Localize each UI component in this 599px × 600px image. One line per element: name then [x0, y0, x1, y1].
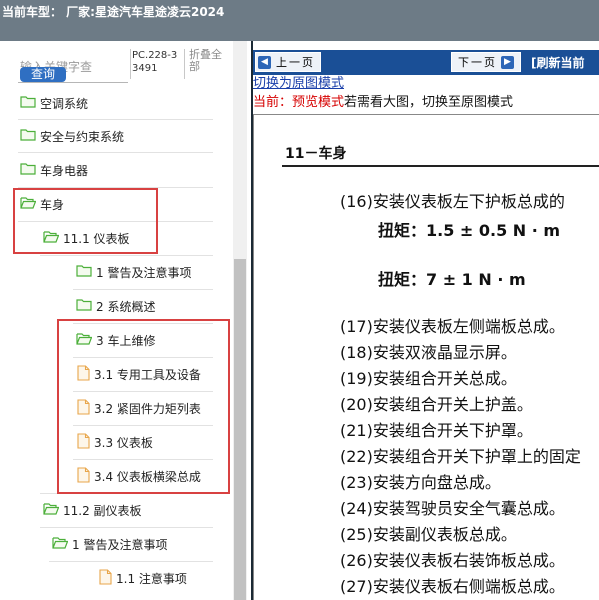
divider	[73, 289, 213, 290]
manual-page: 11－车身 (16)安装仪表板左下护板总成的 扭矩：1.5 ± 0.5 N · …	[253, 114, 599, 600]
separator	[130, 49, 131, 79]
step-item: (26)安装仪表板右装饰板总成。	[340, 551, 565, 570]
app-window: 当前车型： 厂家:星途汽车星途凌云2024 查询 PC.228-33491 折叠…	[0, 0, 599, 600]
step-item: (24)安装驾驶员安全气囊总成。	[340, 499, 565, 518]
next-page-label: 下一页	[458, 56, 497, 69]
folder-icon	[76, 298, 92, 314]
divider	[18, 152, 213, 153]
tree-item-notes[interactable]: 1.1 注意事项	[99, 567, 187, 589]
tree-item-label: 1 警告及注意事项	[96, 265, 192, 280]
step-item: (17)安装仪表板左侧端板总成。	[340, 317, 565, 336]
highlight-box	[13, 188, 158, 254]
mode-status: 当前：预览模式若需看大图，切换至原图模式	[253, 94, 513, 111]
prev-page-label: 上一页	[276, 56, 315, 69]
document-icon	[99, 568, 112, 588]
torque-spec: 扭矩：7 ± 1 N · m	[378, 270, 526, 289]
step-item: (18)安装双液晶显示屏。	[340, 343, 517, 362]
tree-item-console-warnings[interactable]: 1 警告及注意事项	[52, 533, 167, 555]
tree-item-label: 1 警告及注意事项	[72, 537, 168, 552]
mode-prefix: 当前：	[253, 95, 293, 110]
folder-icon	[76, 264, 92, 280]
step-item: (22)安装组合开关下护罩上的固定	[340, 447, 581, 466]
arrow-right-icon: ▶	[501, 55, 514, 69]
folder-icon	[20, 162, 36, 178]
folder-icon	[20, 128, 36, 144]
content-pane: ◀ 上一页 下一页 ▶ [刷新当前 切换为原图模式 当前：预览模式若需看大图，切…	[253, 41, 599, 600]
section-rule	[282, 165, 599, 167]
divider	[40, 255, 213, 256]
folder-open-icon	[52, 536, 68, 552]
tree-item-safety[interactable]: 安全与约束系统	[20, 125, 124, 147]
refresh-current-link[interactable]: [刷新当前	[531, 54, 585, 71]
step-item: (27)安装仪表板右侧端板总成。	[340, 577, 565, 596]
mode-name: 预览模式	[292, 95, 345, 110]
tree-item-label: 车身电器	[40, 163, 89, 178]
tree-item-label: 2 系统概述	[96, 299, 156, 314]
search-underline	[18, 82, 128, 83]
next-page-button[interactable]: 下一页 ▶	[451, 52, 521, 72]
tree-item-label: 空调系统	[40, 96, 89, 111]
tree-item-warnings[interactable]: 1 警告及注意事项	[76, 261, 191, 283]
query-button[interactable]: 查询	[20, 67, 66, 82]
folder-open-icon	[43, 502, 59, 518]
torque-spec: 扭矩：1.5 ± 0.5 N · m	[378, 221, 561, 240]
step-item: (25)安装副仪表板总成。	[340, 525, 517, 544]
step-item: (20)安装组合开关上护盖。	[340, 395, 533, 414]
tree-item-label: 11.2 副仪表板	[63, 503, 142, 518]
fold-all-button[interactable]: 折叠全部	[189, 49, 229, 73]
mode-hint: 若需看大图，切换至原图模式	[344, 95, 514, 110]
tree-item-body-electrical[interactable]: 车身电器	[20, 159, 88, 181]
divider	[40, 527, 213, 528]
divider	[49, 561, 213, 562]
tree-item-label: 安全与约束系统	[40, 129, 125, 144]
highlight-box	[57, 319, 230, 494]
section-title: 11－车身	[285, 146, 347, 162]
folder-icon	[20, 95, 36, 111]
switch-original-mode-link[interactable]: 切换为原图模式	[253, 76, 344, 91]
tree-item-label: 1.1 注意事项	[116, 571, 187, 586]
sidebar-scrollbar-thumb[interactable]	[234, 259, 246, 600]
step-item: (21)安装组合开关下护罩。	[340, 421, 533, 440]
sidebar: 查询 PC.228-33491 折叠全部 空调系统 安全与约束系统 车身电器 车…	[0, 41, 251, 600]
tree-item-console[interactable]: 11.2 副仪表板	[43, 499, 142, 521]
arrow-left-icon: ◀	[258, 55, 271, 69]
pc-code: PC.228-33491	[132, 50, 178, 74]
tree-item-system-overview[interactable]: 2 系统概述	[76, 295, 155, 317]
step-item: (16)安装仪表板左下护板总成的	[340, 192, 565, 211]
prev-page-button[interactable]: ◀ 上一页	[255, 52, 321, 72]
page-nav-bar: ◀ 上一页 下一页 ▶ [刷新当前	[253, 50, 599, 75]
current-model-title: 当前车型： 厂家:星途汽车星途凌云2024	[2, 5, 225, 19]
top-bar: 当前车型： 厂家:星途汽车星途凌云2024	[0, 0, 599, 41]
separator	[184, 49, 185, 79]
step-item: (23)安装方向盘总成。	[340, 473, 501, 492]
step-item: (19)安装组合开关总成。	[340, 369, 517, 388]
tree-item-ac-system[interactable]: 空调系统	[20, 92, 88, 114]
divider	[18, 119, 213, 120]
